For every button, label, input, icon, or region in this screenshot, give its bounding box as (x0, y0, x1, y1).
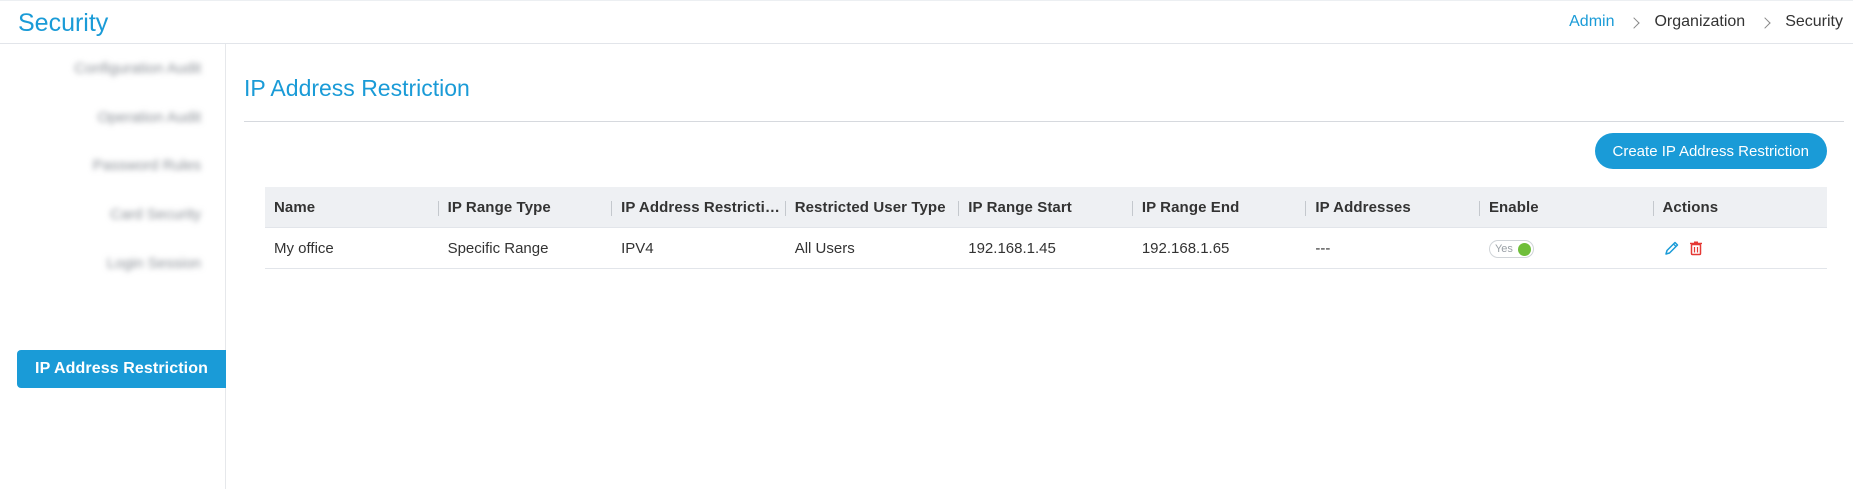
column-label: Restricted User Type (794, 198, 946, 216)
cell-ip-version: IPV4 (621, 239, 654, 257)
toggle-knob (1517, 242, 1531, 256)
section-title: IP Address Restriction (244, 75, 470, 101)
divider (244, 121, 1844, 122)
chevron-right-icon (1759, 17, 1771, 29)
sidebar-item-login-session[interactable]: Login Session (107, 255, 201, 275)
column-label: IP Addresses (1315, 198, 1411, 216)
column-header-restricted-user-type[interactable]: Restricted User Type (786, 199, 960, 216)
page-header: Security Admin Organization Security (0, 0, 1853, 44)
cell-name: My office (274, 239, 334, 257)
cell-ip-range-end: 192.168.1.65 (1141, 239, 1230, 257)
column-label: IP Range End (1141, 198, 1240, 216)
column-header-ip-range-type[interactable]: IP Range Type (439, 199, 613, 216)
table-row: My office Specific Range IPV4 All Users … (265, 228, 1827, 269)
cell-enable: Yes (1480, 239, 1654, 258)
breadcrumb-security: Security (1785, 13, 1843, 30)
column-header-ip-range-end[interactable]: IP Range End (1133, 199, 1307, 216)
sidebar-item-configuration-audit[interactable]: Configuration Audit (74, 60, 201, 80)
column-header-ip-address-restriction[interactable]: IP Address Restrictio... (612, 199, 786, 216)
sidebar-item-ip-address-restriction[interactable]: IP Address Restriction (17, 350, 226, 388)
sidebar-item-password-rules[interactable]: Password Rules (93, 157, 201, 177)
column-label: Enable (1488, 198, 1539, 216)
column-label: Name (274, 198, 316, 216)
cell-restricted-user-type: All Users (794, 239, 855, 257)
column-header-enable[interactable]: Enable (1480, 199, 1654, 216)
create-ip-restriction-button[interactable]: Create IP Address Restriction (1594, 133, 1827, 169)
sidebar-item-card-security[interactable]: Card Security (110, 206, 201, 226)
column-header-ip-addresses[interactable]: IP Addresses (1306, 199, 1480, 216)
page-title: Security (18, 9, 109, 37)
cell-ip-addresses: --- (1315, 239, 1331, 257)
column-label: IP Address Restrictio... (621, 198, 786, 216)
column-label: Actions (1662, 198, 1719, 216)
trash-icon[interactable] (1687, 239, 1705, 257)
breadcrumb-organization[interactable]: Organization (1654, 13, 1745, 31)
cell-ip-range-start: 192.168.1.45 (968, 239, 1056, 257)
table-header: Name IP Range Type IP Address Restrictio… (265, 187, 1827, 228)
column-header-name[interactable]: Name (265, 199, 439, 216)
ip-restriction-table: Name IP Range Type IP Address Restrictio… (265, 187, 1827, 269)
column-label: IP Range Start (968, 198, 1072, 216)
cell-ip-range-type: Specific Range (447, 239, 549, 257)
sidebar: Configuration Audit Operation Audit Pass… (0, 44, 226, 489)
toggle-label: Yes (1494, 242, 1513, 255)
chevron-right-icon (1628, 17, 1641, 29)
enable-toggle[interactable]: Yes (1488, 239, 1534, 258)
sidebar-item-operation-audit[interactable]: Operation Audit (98, 109, 201, 129)
pencil-icon[interactable] (1663, 239, 1681, 257)
breadcrumb: Admin Organization Security (1569, 13, 1843, 31)
column-header-actions: Actions (1654, 199, 1828, 216)
main-content: IP Address Restriction Create IP Address… (244, 44, 1844, 489)
column-label: IP Range Type (447, 198, 551, 216)
cell-actions (1654, 239, 1828, 257)
breadcrumb-admin[interactable]: Admin (1569, 13, 1614, 31)
column-header-ip-range-start[interactable]: IP Range Start (959, 199, 1133, 216)
